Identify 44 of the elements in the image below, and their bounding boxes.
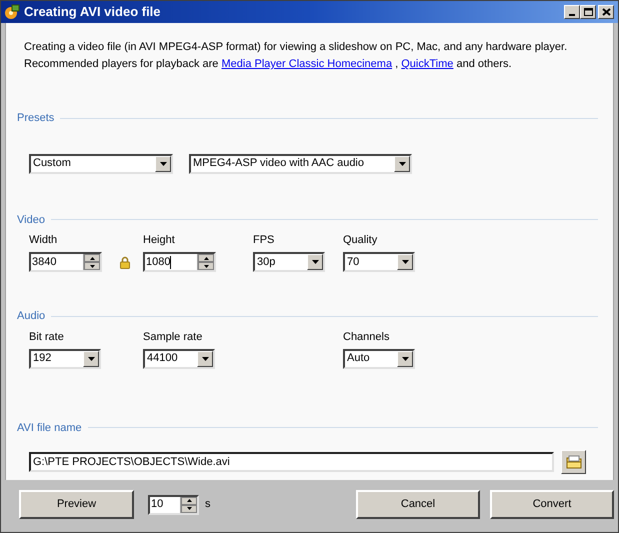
spin-field[interactable]: 10	[148, 494, 199, 514]
field-label: Width	[29, 233, 58, 247]
field-label: Sample rate	[143, 330, 204, 344]
section-title: Video	[17, 212, 45, 228]
spinner-buttons[interactable]	[197, 254, 214, 270]
field-label: Height	[143, 233, 176, 247]
spinner-buttons[interactable]	[180, 496, 197, 512]
description-text: Recommended players for playback are Media Player Classic Homecinema , QuickTime and others.	[24, 57, 513, 72]
field-label: FPS	[253, 233, 276, 247]
dropdown[interactable]: 70	[343, 252, 415, 272]
dropdown[interactable]: MPEG4-ASP video with AAC audio	[189, 154, 412, 174]
spin-field[interactable]: 3840	[29, 252, 102, 272]
close-icon	[602, 8, 610, 16]
dialog-button[interactable]: Convert	[490, 490, 614, 519]
maximize-icon	[584, 8, 592, 16]
unit-label: s	[205, 497, 210, 512]
dropdown[interactable]: Auto	[343, 348, 415, 368]
minimize-icon	[569, 14, 575, 16]
link[interactable]: Media Player Classic Homecinema	[222, 58, 392, 70]
dropdown[interactable]: 192	[29, 348, 101, 368]
section-title: AVI file name	[17, 420, 82, 436]
padlock-icon[interactable]	[120, 256, 130, 268]
section-title: Audio	[17, 309, 46, 324]
description-text: Creating a video file (in AVI MPEG4-ASP format) for viewing a slideshow on PC, Mac, and any hardware player.	[24, 40, 568, 55]
spinner-buttons[interactable]	[83, 254, 100, 270]
dropdown[interactable]: Custom	[29, 154, 173, 174]
dropdown[interactable]: 30p	[253, 252, 325, 272]
section-title: Presets	[17, 111, 54, 126]
link[interactable]: QuickTime	[401, 58, 454, 70]
minimize-button[interactable]	[564, 5, 580, 19]
app-icon	[4, 4, 20, 20]
folder-button[interactable]	[561, 450, 586, 474]
maximize-button[interactable]	[580, 5, 596, 19]
field-label: Channels	[343, 330, 390, 344]
dropdown[interactable]: 44100	[143, 348, 215, 368]
close-button[interactable]	[598, 5, 614, 19]
preview-button[interactable]: Preview	[19, 490, 134, 519]
spin-field[interactable]: 1080	[143, 252, 216, 272]
field-label: Bit rate	[29, 330, 65, 344]
window-title: Creating AVI video file	[24, 3, 162, 22]
file-path-field[interactable]: G:\PTE PROJECTS\OBJECTS\Wide.avi	[29, 452, 554, 472]
field-label: Quality	[343, 233, 378, 247]
folder-icon	[566, 455, 582, 469]
dialog-button[interactable]: Cancel	[356, 490, 480, 519]
